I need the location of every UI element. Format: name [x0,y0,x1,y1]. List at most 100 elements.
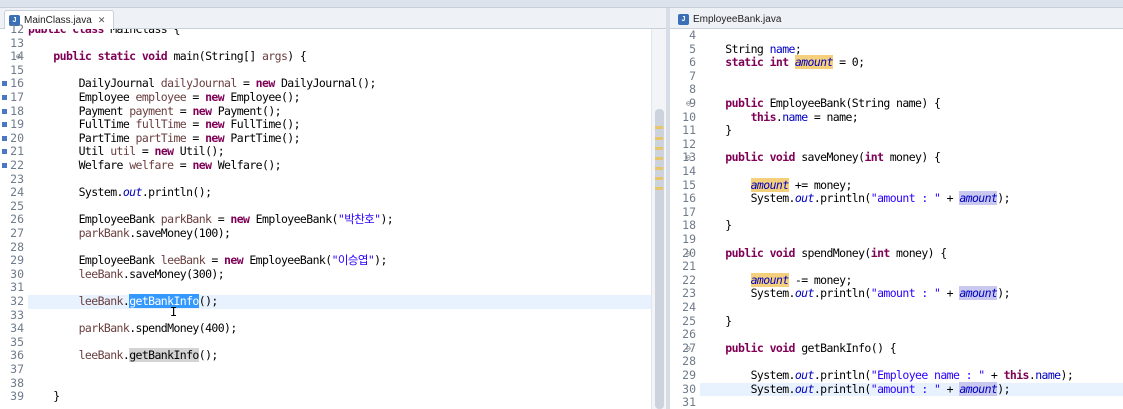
line-number-gutter[interactable]: 4 5 6 7 8 9 10 11 12 13 14 15 16 17 18 19 20 21 22 23 24 25 26… [670,28,698,409]
code-line[interactable]: } [700,219,1123,233]
code-line[interactable] [28,281,651,295]
code-line[interactable]: static int amount = 0; [700,55,1123,70]
code-token: ); [1060,368,1074,382]
code-line[interactable] [700,70,1123,84]
code-line[interactable]: public class MainClass { [28,29,651,37]
line-number: 4 [689,28,696,42]
warning-marker-icon[interactable] [2,95,7,100]
tab-employee-bank[interactable]: J EmployeeBank.java [674,10,789,29]
line-number-gutter[interactable]: 12 13 14 15 16 17 18 19 20 21 22 23 24 25 26 27 28 29 30 31… [0,22,26,409]
code-line[interactable]: parkBank.saveMoney(100); [28,226,651,241]
overview-ruler-mark[interactable] [655,167,663,170]
code-line[interactable] [700,83,1123,97]
code-line[interactable]: Employee employee = new Employee(); [28,90,651,105]
code-line[interactable] [700,233,1123,247]
code-line[interactable]: public static void main(String[] args) { [28,49,651,64]
code-line[interactable] [28,377,651,391]
code-line[interactable]: System.out.println("Employee name : " + … [700,368,1123,383]
close-tab-icon[interactable]: ✕ [98,15,106,26]
scrollbar-thumb[interactable] [655,109,664,409]
warning-marker-icon[interactable] [2,122,7,128]
fold-toggle-icon[interactable]: ⊖ [686,99,691,108]
code-line[interactable]: PartTime partTime = new PartTime(); [28,131,651,146]
left-code-editor[interactable]: 12 13 14 15 16 17 18 19 20 21 22 23 24 25 26 27 28 29 30 31… [0,22,666,409]
fold-toggle-icon[interactable]: ⊖ [686,344,691,353]
code-line[interactable]: public EmployeeBank(String name) { [700,96,1123,111]
overview-ruler-mark[interactable] [655,177,663,180]
warning-marker-icon[interactable] [2,81,7,87]
code-line[interactable]: parkBank.spendMoney(400); [28,321,651,336]
code-line[interactable]: } [28,389,651,404]
code-line[interactable]: public void saveMoney(int money) { [700,151,1123,165]
code-line[interactable] [28,64,651,78]
code-token: new [192,103,218,118]
code-line[interactable]: public void getBankInfo() { [700,341,1123,356]
code-line[interactable]: Util util = new Util(); [28,145,651,159]
warning-marker-icon[interactable] [2,149,7,155]
overview-ruler-mark[interactable] [655,157,663,160]
code-line[interactable] [28,200,651,214]
code-token: public [725,245,770,260]
code-line[interactable]: leeBank.getBankInfo(); [28,294,651,309]
code-token: "amount : " [870,286,941,301]
code-line[interactable]: System.out.println("amount : " + amount)… [700,286,1123,301]
overview-ruler-mark[interactable] [655,147,663,150]
code-token: int [870,245,897,260]
code-line[interactable]: } [700,123,1123,138]
code-line[interactable] [28,363,651,377]
code-line[interactable]: leeBank.saveMoney(300); [28,266,651,282]
code-line[interactable] [28,37,651,51]
code-line[interactable] [700,396,1123,409]
code-line[interactable] [700,206,1123,220]
fold-toggle-icon[interactable]: ⊖ [686,249,691,258]
fold-toggle-icon[interactable]: ⊖ [16,52,21,61]
code-line[interactable] [28,336,651,350]
code-line[interactable]: Payment payment = new Payment(); [28,103,651,119]
code-line[interactable]: Welfare welfare = new Welfare(); [28,158,651,173]
code-line[interactable]: EmployeeBank parkBank = new EmployeeBank… [28,213,651,227]
code-line[interactable]: String name; [700,42,1123,57]
code-line[interactable] [700,165,1123,179]
code-line[interactable]: DailyJournal dailyJournal = new DailyJou… [28,77,651,91]
code-line[interactable] [700,328,1123,342]
line-number: 37 [10,362,24,376]
code-token: Util(); [179,144,225,159]
warning-marker-icon[interactable] [2,108,7,114]
code-line[interactable]: System.out.println("amount : " + amount)… [700,381,1123,397]
vertical-scrollbar[interactable] [651,29,666,409]
code-line[interactable] [700,138,1123,152]
line-number: 38 [10,375,24,390]
code-line[interactable]: leeBank.getBankInfo(); [28,348,651,363]
overview-ruler-mark[interactable] [655,137,663,140]
code-line[interactable] [28,173,651,187]
code-line[interactable] [700,355,1123,369]
code-token: "Employee name : " [870,368,985,382]
code-token: amount [959,381,998,396]
code-token: void [141,49,174,64]
overview-ruler-mark[interactable] [655,126,663,129]
code-line[interactable] [700,260,1123,274]
code-line[interactable]: System.out.println(); [28,185,651,200]
code-line[interactable]: } [700,314,1123,329]
code-line[interactable]: this.name = name; [700,110,1123,125]
code-area[interactable]: public class MainClass { public static v… [28,29,651,409]
warning-marker-icon[interactable] [2,135,7,141]
code-line[interactable] [700,29,1123,43]
right-code-editor[interactable]: 4 5 6 7 8 9 10 11 12 13 14 15 16 17 18 19 20 21 22 23 24 25 26… [670,28,1123,409]
code-token: .saveMoney(300); [122,266,225,281]
code-token: leeBank [78,348,124,363]
code-line[interactable]: amount -= money; [700,272,1123,288]
code-line[interactable]: EmployeeBank leeBank = new EmployeeBank(… [28,253,651,268]
code-line[interactable]: amount += money; [700,177,1123,193]
warning-marker-icon[interactable] [2,163,7,168]
code-line[interactable] [28,241,651,255]
code-line[interactable] [700,301,1123,315]
code-line[interactable]: public void spendMoney(int money) { [700,245,1123,261]
code-area[interactable]: String name; static int amount = 0; publ… [700,29,1123,409]
code-line[interactable] [28,309,651,323]
overview-ruler-mark[interactable] [655,187,663,190]
code-token: amount [750,272,789,287]
code-line[interactable]: System.out.println("amount : " + amount)… [700,191,1123,206]
fold-toggle-icon[interactable]: ⊖ [686,153,691,162]
code-line[interactable]: FullTime fullTime = new FullTime(); [28,117,651,132]
